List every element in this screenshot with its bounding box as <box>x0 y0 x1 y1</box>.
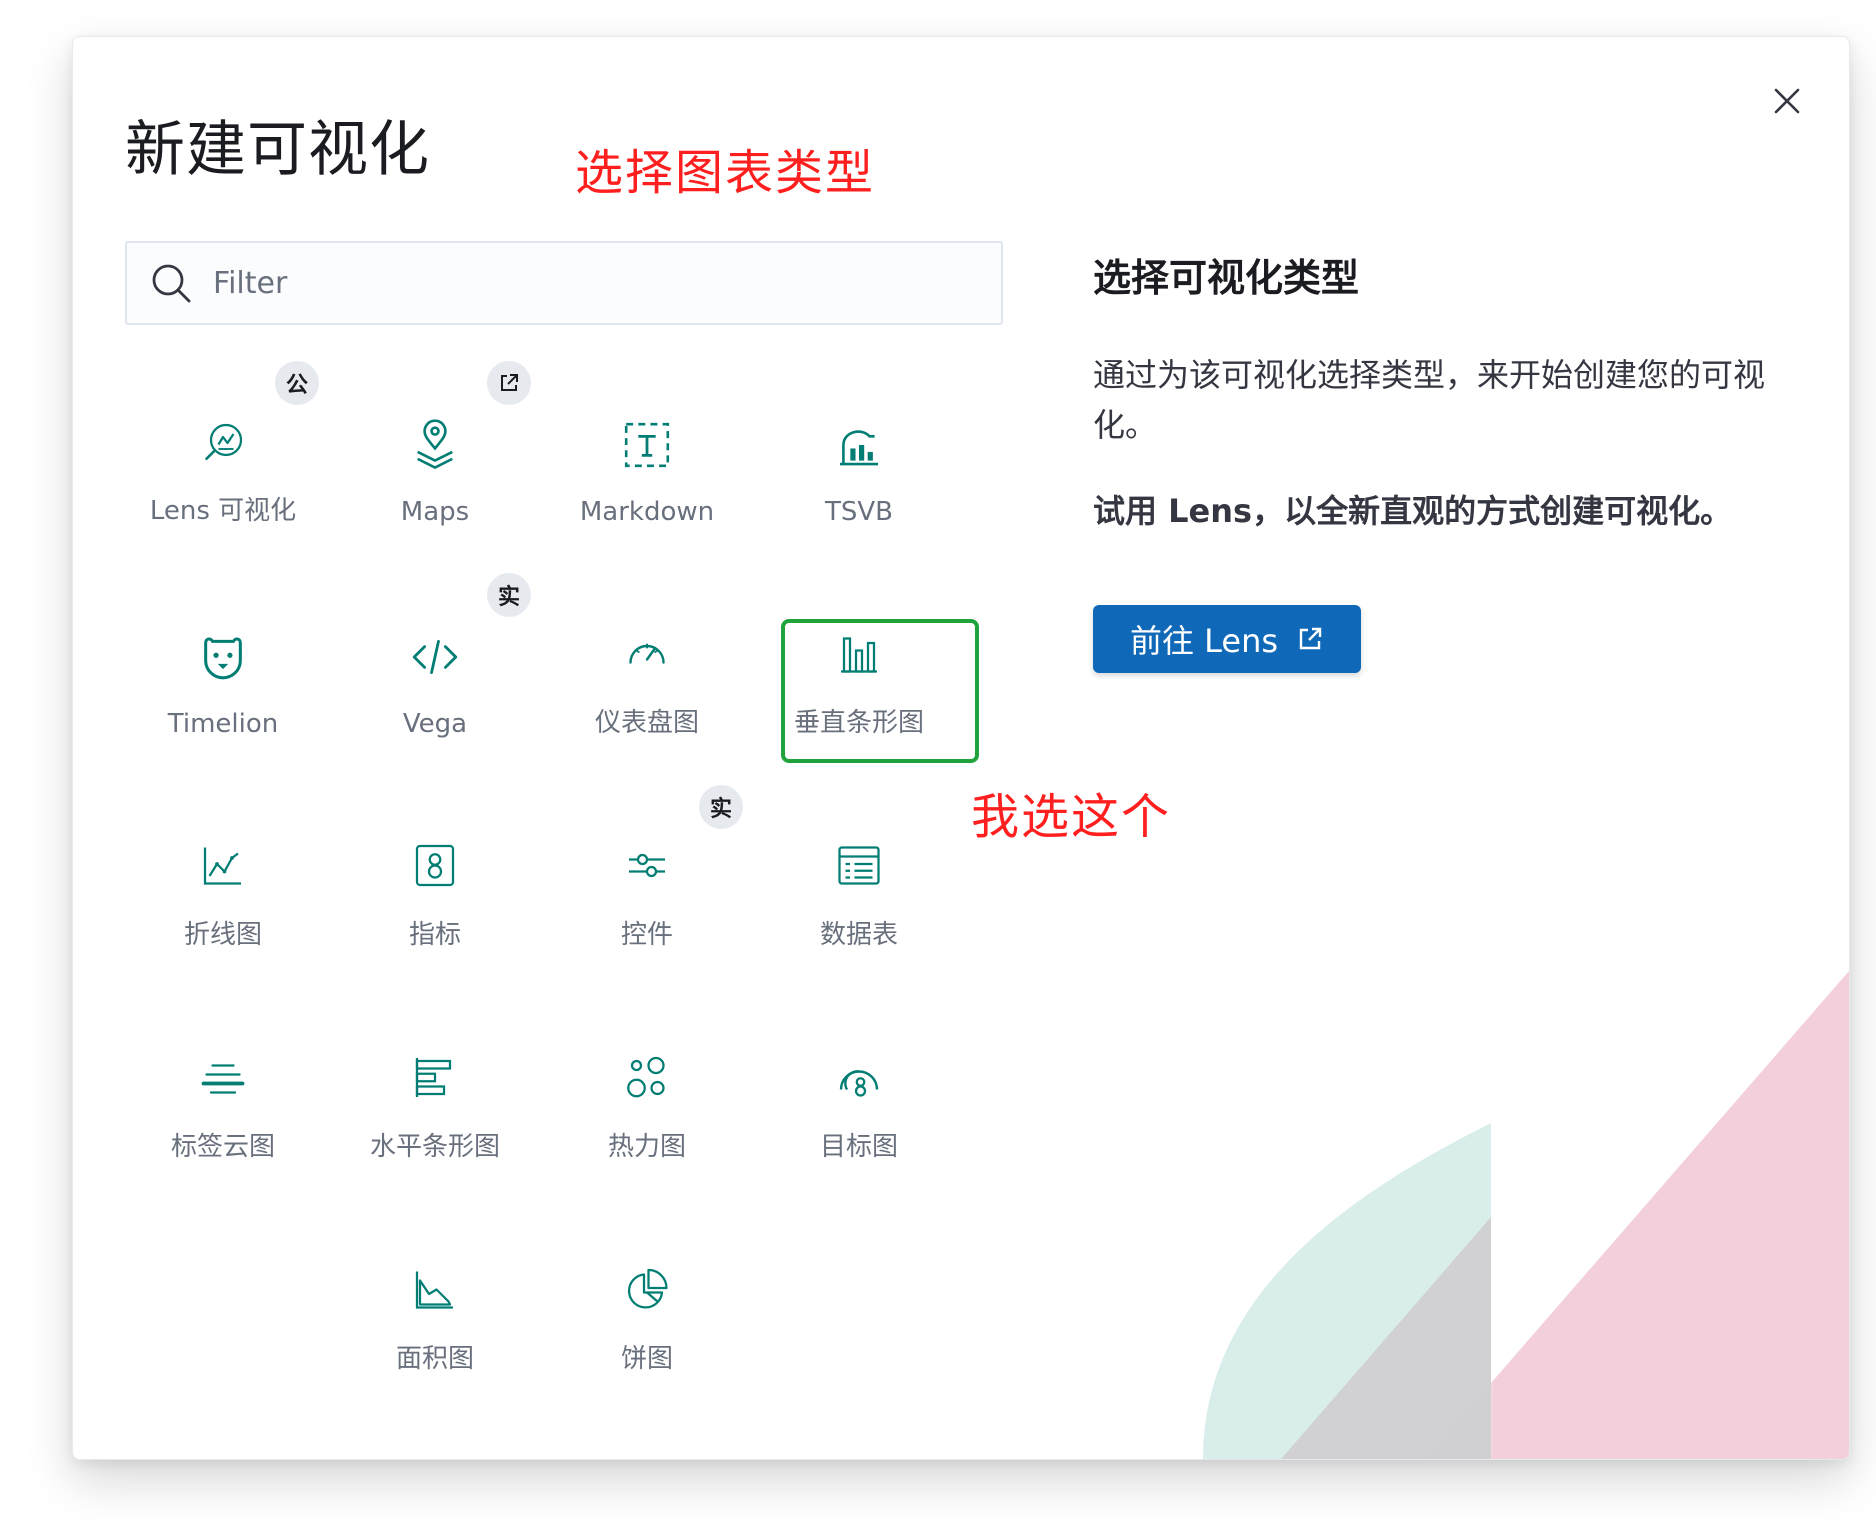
tag-cloud-icon <box>201 1064 245 1094</box>
visualization-type-grid: Lens 可视化 公 Maps Markdown TSVB Timelion V… <box>125 361 1025 1427</box>
area-chart-icon <box>415 1271 453 1309</box>
heatmap-icon <box>627 1056 665 1098</box>
vega-icon <box>412 640 458 674</box>
side-panel: 选择可视化类型 通过为该可视化选择类型，来开始创建您的可视化。 试用 Lens，… <box>1093 247 1813 536</box>
tsvb-icon <box>839 430 879 466</box>
side-promo: 试用 Lens，以全新直观的方式创建可视化。 <box>1093 492 1733 530</box>
annotation-i-choose-this: 我选这个 <box>971 789 1172 845</box>
vis-card-data-table[interactable]: 数据表 <box>761 811 957 951</box>
vertical-bar-icon <box>841 637 877 673</box>
maps-icon <box>417 419 453 469</box>
vis-card-label: 热力图 <box>607 1132 686 1162</box>
close-icon <box>1774 88 1800 114</box>
vis-card-label: 目标图 <box>819 1132 898 1162</box>
vis-card-controls[interactable]: 控件 <box>549 811 745 951</box>
vis-card-heatmap[interactable]: 热力图 <box>549 1023 745 1163</box>
go-to-lens-label: 前往 Lens <box>1129 622 1279 660</box>
annotation-choose-chart-type: 选择图表类型 <box>575 145 876 201</box>
vis-card-label: 饼图 <box>620 1344 673 1374</box>
vis-card-label: 仪表盘图 <box>594 708 699 738</box>
timelion-icon <box>204 637 242 680</box>
vis-card-area[interactable]: 面积图 <box>337 1235 533 1375</box>
vis-card-metric[interactable]: 指标 <box>337 811 533 951</box>
vis-card-horizontal-bar[interactable]: 水平条形图 <box>337 1023 533 1163</box>
vis-card-label: 面积图 <box>395 1344 474 1374</box>
vis-card-label: 控件 <box>620 920 673 950</box>
vis-card-label: TSVB <box>824 497 893 527</box>
page-title: 新建可视化 <box>125 115 430 185</box>
badge-experimental: 实 <box>699 785 743 829</box>
side-description: 通过为该可视化选择类型，来开始创建您的可视化。 <box>1093 356 1766 444</box>
lens-icon <box>205 423 243 461</box>
goal-icon <box>839 1070 879 1097</box>
side-heading: 选择可视化类型 <box>1093 256 1360 300</box>
controls-icon <box>629 853 665 878</box>
vis-card-label: Vega <box>402 709 468 739</box>
vis-card-label: Markdown <box>579 497 715 527</box>
badge-experimental: 实 <box>487 573 531 617</box>
vis-card-label: 垂直条形图 <box>793 708 924 738</box>
line-chart-icon <box>203 847 241 885</box>
vis-card-goal[interactable]: 目标图 <box>761 1023 957 1163</box>
vis-card-timelion[interactable]: Timelion <box>125 599 321 739</box>
vis-card-markdown[interactable]: Markdown <box>549 387 745 527</box>
markdown-icon <box>624 422 670 468</box>
vis-card-label: 水平条形图 <box>369 1132 500 1162</box>
vis-card-label: Lens 可视化 <box>149 496 297 526</box>
search-icon <box>149 261 193 305</box>
vis-card-lens[interactable]: Lens 可视化 <box>125 387 321 527</box>
vis-card-pie[interactable]: 饼图 <box>549 1235 745 1375</box>
vis-card-label: Maps <box>400 497 470 527</box>
go-to-lens-button[interactable]: 前往 Lens <box>1093 605 1361 673</box>
vis-card-tsvb[interactable]: TSVB <box>761 387 957 527</box>
vis-card-line[interactable]: 折线图 <box>125 811 321 951</box>
vis-card-label: 指标 <box>408 920 461 950</box>
new-visualization-modal: 新建可视化 选择图表类型 Lens 可视化 公 <box>72 36 1850 1460</box>
gauge-icon <box>629 643 665 664</box>
close-button[interactable] <box>1763 77 1811 125</box>
data-table-icon <box>838 846 880 885</box>
badge-beta: 公 <box>275 361 319 405</box>
vis-card-vertical-bar[interactable]: 垂直条形图 <box>761 599 957 739</box>
vis-card-label: Timelion <box>167 709 279 739</box>
external-link-icon <box>501 374 518 391</box>
vis-card-label: 数据表 <box>819 920 898 950</box>
vis-card-tag-cloud[interactable]: 标签云图 <box>125 1023 321 1163</box>
horizontal-bar-icon <box>415 1058 452 1097</box>
filter-input[interactable] <box>211 252 1001 314</box>
filter-search[interactable] <box>125 241 1003 325</box>
badge-external <box>487 361 531 405</box>
vis-card-label: 折线图 <box>183 920 262 950</box>
vis-card-vega[interactable]: Vega <box>337 599 533 739</box>
external-link-icon <box>1299 627 1322 650</box>
metric-icon <box>415 844 455 887</box>
vis-card-gauge[interactable]: 仪表盘图 <box>549 599 745 739</box>
vis-card-maps[interactable]: Maps <box>337 387 533 527</box>
vis-card-label: 标签云图 <box>170 1132 275 1162</box>
pie-chart-icon <box>628 1268 668 1309</box>
